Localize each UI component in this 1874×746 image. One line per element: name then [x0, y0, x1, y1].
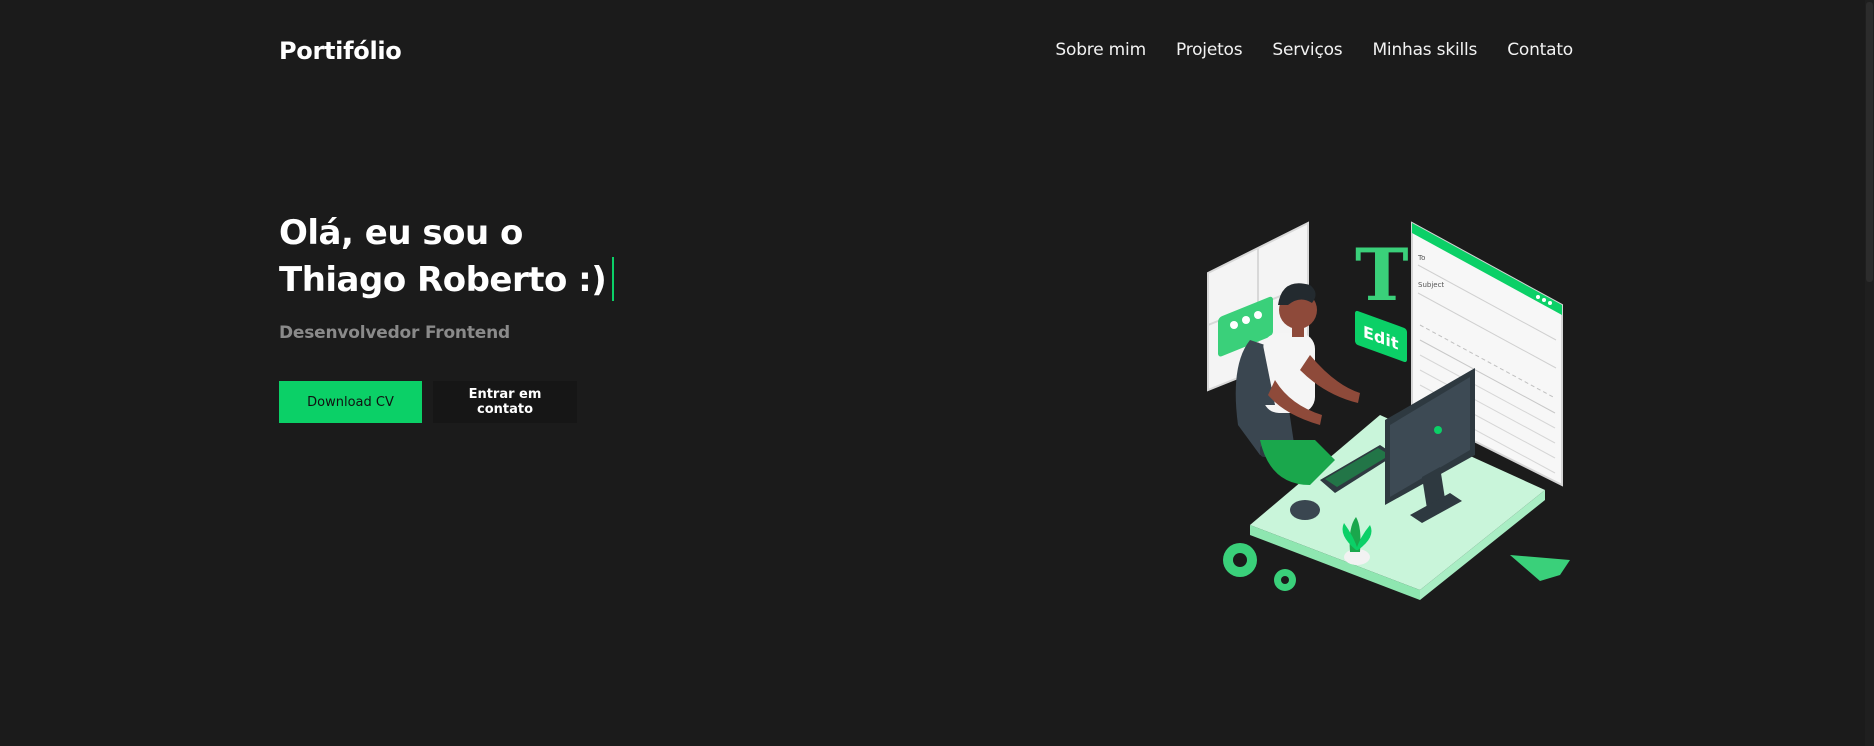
editor-to-label: To [1417, 254, 1425, 262]
cursor-arrow-icon [1510, 555, 1570, 581]
edit-badge: Edit [1355, 310, 1407, 363]
download-cv-button[interactable]: Download CV [279, 381, 422, 423]
hero-actions: Download CV Entrar em contato [279, 381, 577, 423]
contact-button[interactable]: Entrar em contato [433, 381, 577, 423]
hero-title: Olá, eu sou o Thiago Roberto :) [279, 210, 615, 304]
editor-subject-label: Subject [1418, 281, 1444, 289]
nav-projetos[interactable]: Projetos [1176, 40, 1243, 60]
nav-contato[interactable]: Contato [1507, 40, 1573, 60]
hero-title-line-2: Thiago Roberto :) [279, 256, 615, 304]
typing-cursor [612, 256, 615, 301]
hero-subtitle: Desenvolvedor Frontend [279, 323, 510, 343]
scrollbar-thumb[interactable] [1866, 2, 1873, 282]
nav-sobre-mim[interactable]: Sobre mim [1055, 40, 1146, 60]
main-nav: Sobre mim Projetos Serviços Minhas skill… [1055, 40, 1573, 60]
nav-servicos[interactable]: Serviços [1272, 40, 1342, 60]
logo[interactable]: Portifólio [279, 37, 402, 65]
hero-title-name: Thiago Roberto :) [279, 260, 607, 300]
nav-minhas-skills[interactable]: Minhas skills [1372, 40, 1477, 60]
gear-icon [1223, 543, 1296, 591]
letter-t: T [1355, 232, 1409, 317]
text-letter-icon: T [1355, 232, 1409, 317]
hero-title-line-1: Olá, eu sou o [279, 213, 523, 253]
scrollbar[interactable] [1865, 0, 1874, 746]
developer-illustration: To Subject T Edit [1207, 221, 1570, 600]
mouse [1290, 500, 1320, 520]
portfolio-page: Portifólio Sobre mim Projetos Serviços M… [0, 0, 1874, 746]
